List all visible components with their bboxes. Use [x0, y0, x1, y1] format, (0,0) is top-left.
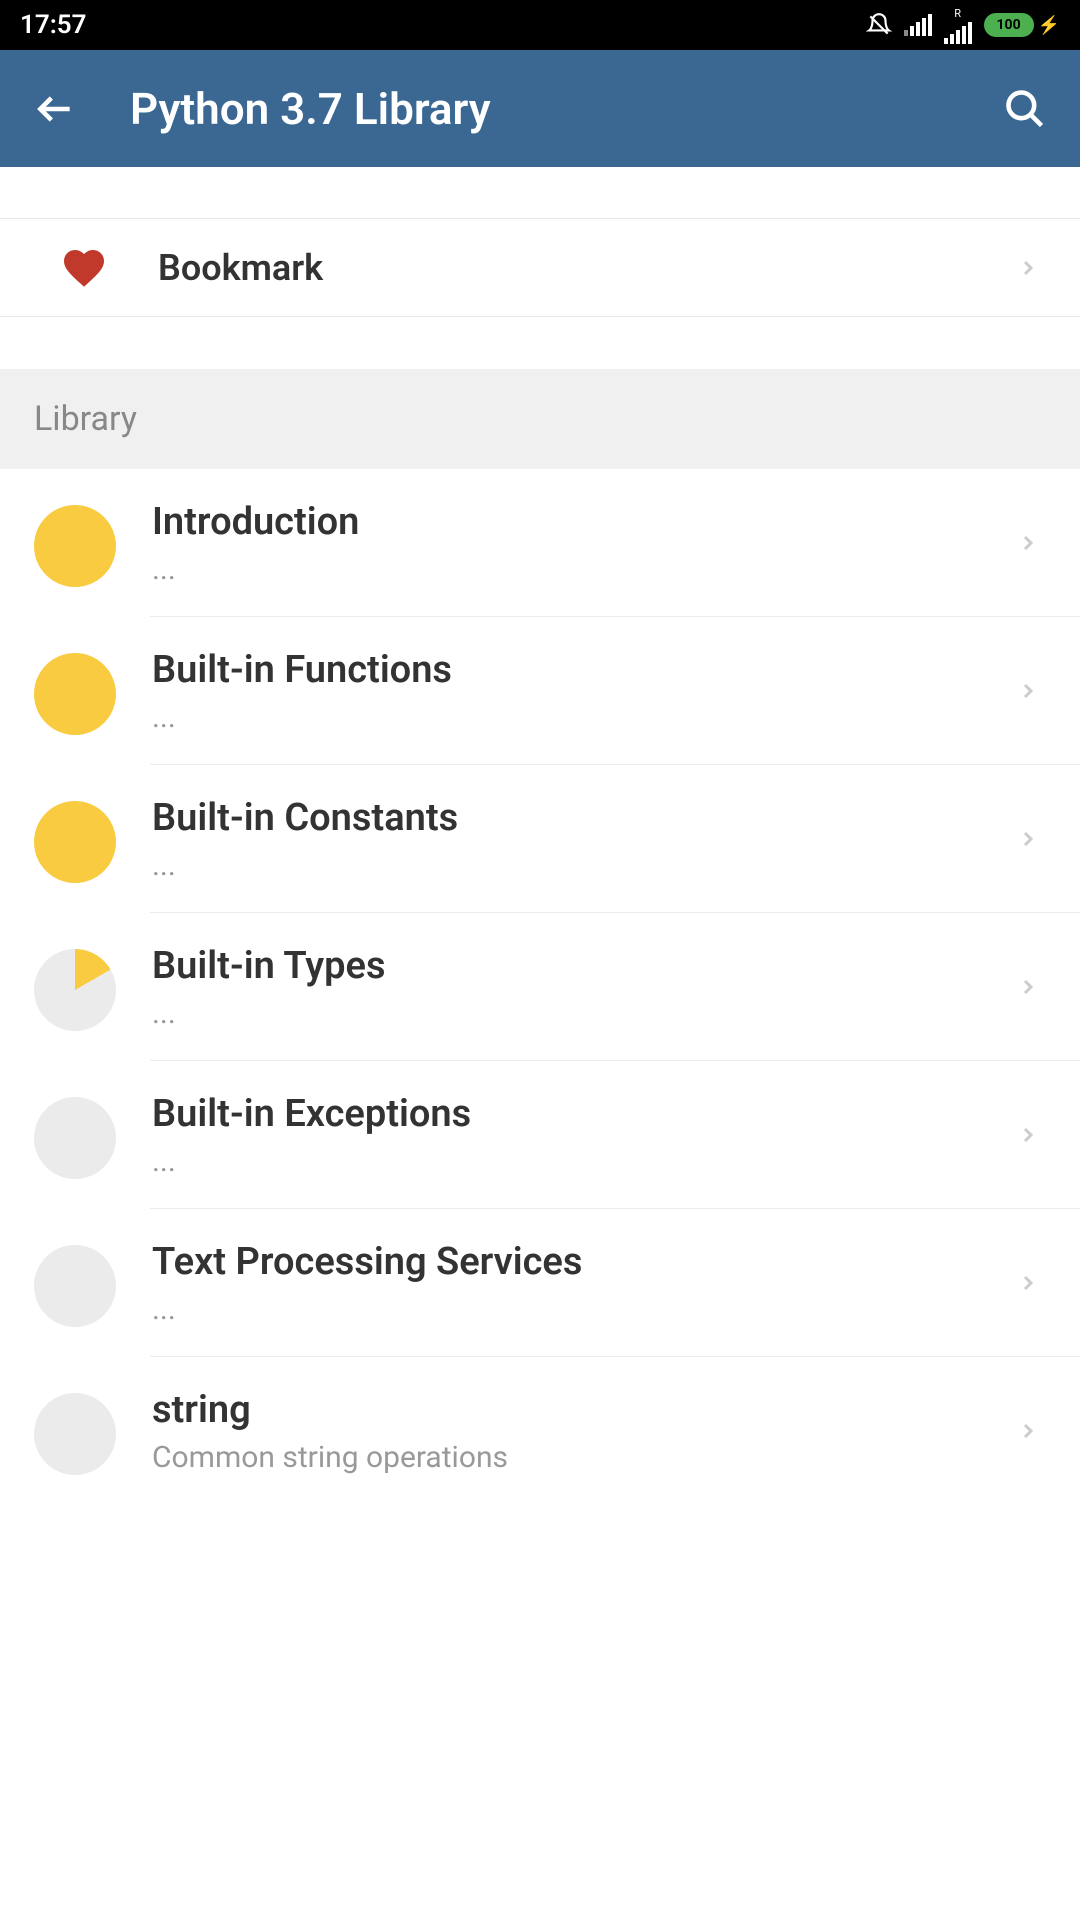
search-button[interactable] [1000, 84, 1050, 134]
mute-icon [866, 12, 892, 38]
spacer [0, 167, 1080, 219]
progress-circle-icon [34, 505, 116, 587]
list-item-content: Built-in Types... [152, 944, 1016, 1031]
back-arrow-icon [33, 87, 77, 131]
progress-circle-icon [34, 801, 116, 883]
list-item[interactable]: Built-in Exceptions... [0, 1061, 1080, 1209]
list-item-content: Built-in Exceptions... [152, 1092, 1016, 1179]
chevron-right-icon [1016, 531, 1040, 555]
list-item-content: Text Processing Services... [152, 1240, 1016, 1327]
bookmark-row[interactable]: Bookmark [0, 219, 1080, 317]
list-item-subtitle: ... [152, 996, 1016, 1031]
chevron-right-icon [1016, 975, 1040, 999]
list-item[interactable]: Text Processing Services... [0, 1209, 1080, 1357]
list-item-title: Built-in Types [152, 944, 1016, 988]
list-item-subtitle: ... [152, 1292, 1016, 1327]
list-item-content: Built-in Constants... [152, 796, 1016, 883]
section-label: Library [34, 399, 137, 439]
list-item[interactable]: Built-in Functions... [0, 617, 1080, 765]
status-icons: R 100 ⚡ [866, 7, 1060, 44]
list-item-title: Built-in Exceptions [152, 1092, 1016, 1136]
status-bar: 17:57 R 100 ⚡ [0, 0, 1080, 50]
progress-circle-icon [34, 1393, 116, 1475]
battery-icon: 100 ⚡ [984, 13, 1060, 37]
chevron-right-icon [1016, 1123, 1040, 1147]
chevron-right-icon [1016, 1419, 1040, 1443]
bookmark-label: Bookmark [158, 247, 1016, 289]
page-title: Python 3.7 Library [130, 83, 950, 135]
list-item-title: string [152, 1388, 1016, 1432]
list-item-title: Introduction [152, 500, 1016, 544]
progress-circle-icon [34, 653, 116, 735]
chevron-right-icon [1016, 679, 1040, 703]
list-item-subtitle: ... [152, 700, 1016, 735]
search-icon [1003, 87, 1047, 131]
content-area: Bookmark Library Introduction...Built-in… [0, 167, 1080, 1505]
list-item-title: Built-in Constants [152, 796, 1016, 840]
list-item-subtitle: ... [152, 552, 1016, 587]
list-item[interactable]: Introduction... [0, 469, 1080, 617]
list-item[interactable]: Built-in Types... [0, 913, 1080, 1061]
app-bar: Python 3.7 Library [0, 50, 1080, 167]
section-header: Library [0, 369, 1080, 469]
list-item[interactable]: Built-in Constants... [0, 765, 1080, 913]
spacer [0, 317, 1080, 369]
list-item-title: Built-in Functions [152, 648, 1016, 692]
progress-circle-icon [34, 949, 116, 1031]
chevron-right-icon [1016, 1271, 1040, 1295]
signal-icon-1 [904, 14, 932, 36]
status-time: 17:57 [20, 10, 87, 40]
list-item[interactable]: string Common string operations [0, 1357, 1080, 1505]
back-button[interactable] [30, 84, 80, 134]
list-item-subtitle: Common string operations [152, 1440, 1016, 1475]
signal-icon-2: R [944, 7, 972, 44]
progress-circle-icon [34, 1245, 116, 1327]
heart-icon [60, 244, 108, 292]
list-item-content: Introduction... [152, 500, 1016, 587]
list-item-subtitle: ... [152, 1144, 1016, 1179]
list-item-content: string Common string operations [152, 1388, 1016, 1475]
list-item-subtitle: ... [152, 848, 1016, 883]
list-item-title: Text Processing Services [152, 1240, 1016, 1284]
chevron-right-icon [1016, 256, 1040, 280]
chevron-right-icon [1016, 827, 1040, 851]
list-item-content: Built-in Functions... [152, 648, 1016, 735]
progress-circle-icon [34, 1097, 116, 1179]
